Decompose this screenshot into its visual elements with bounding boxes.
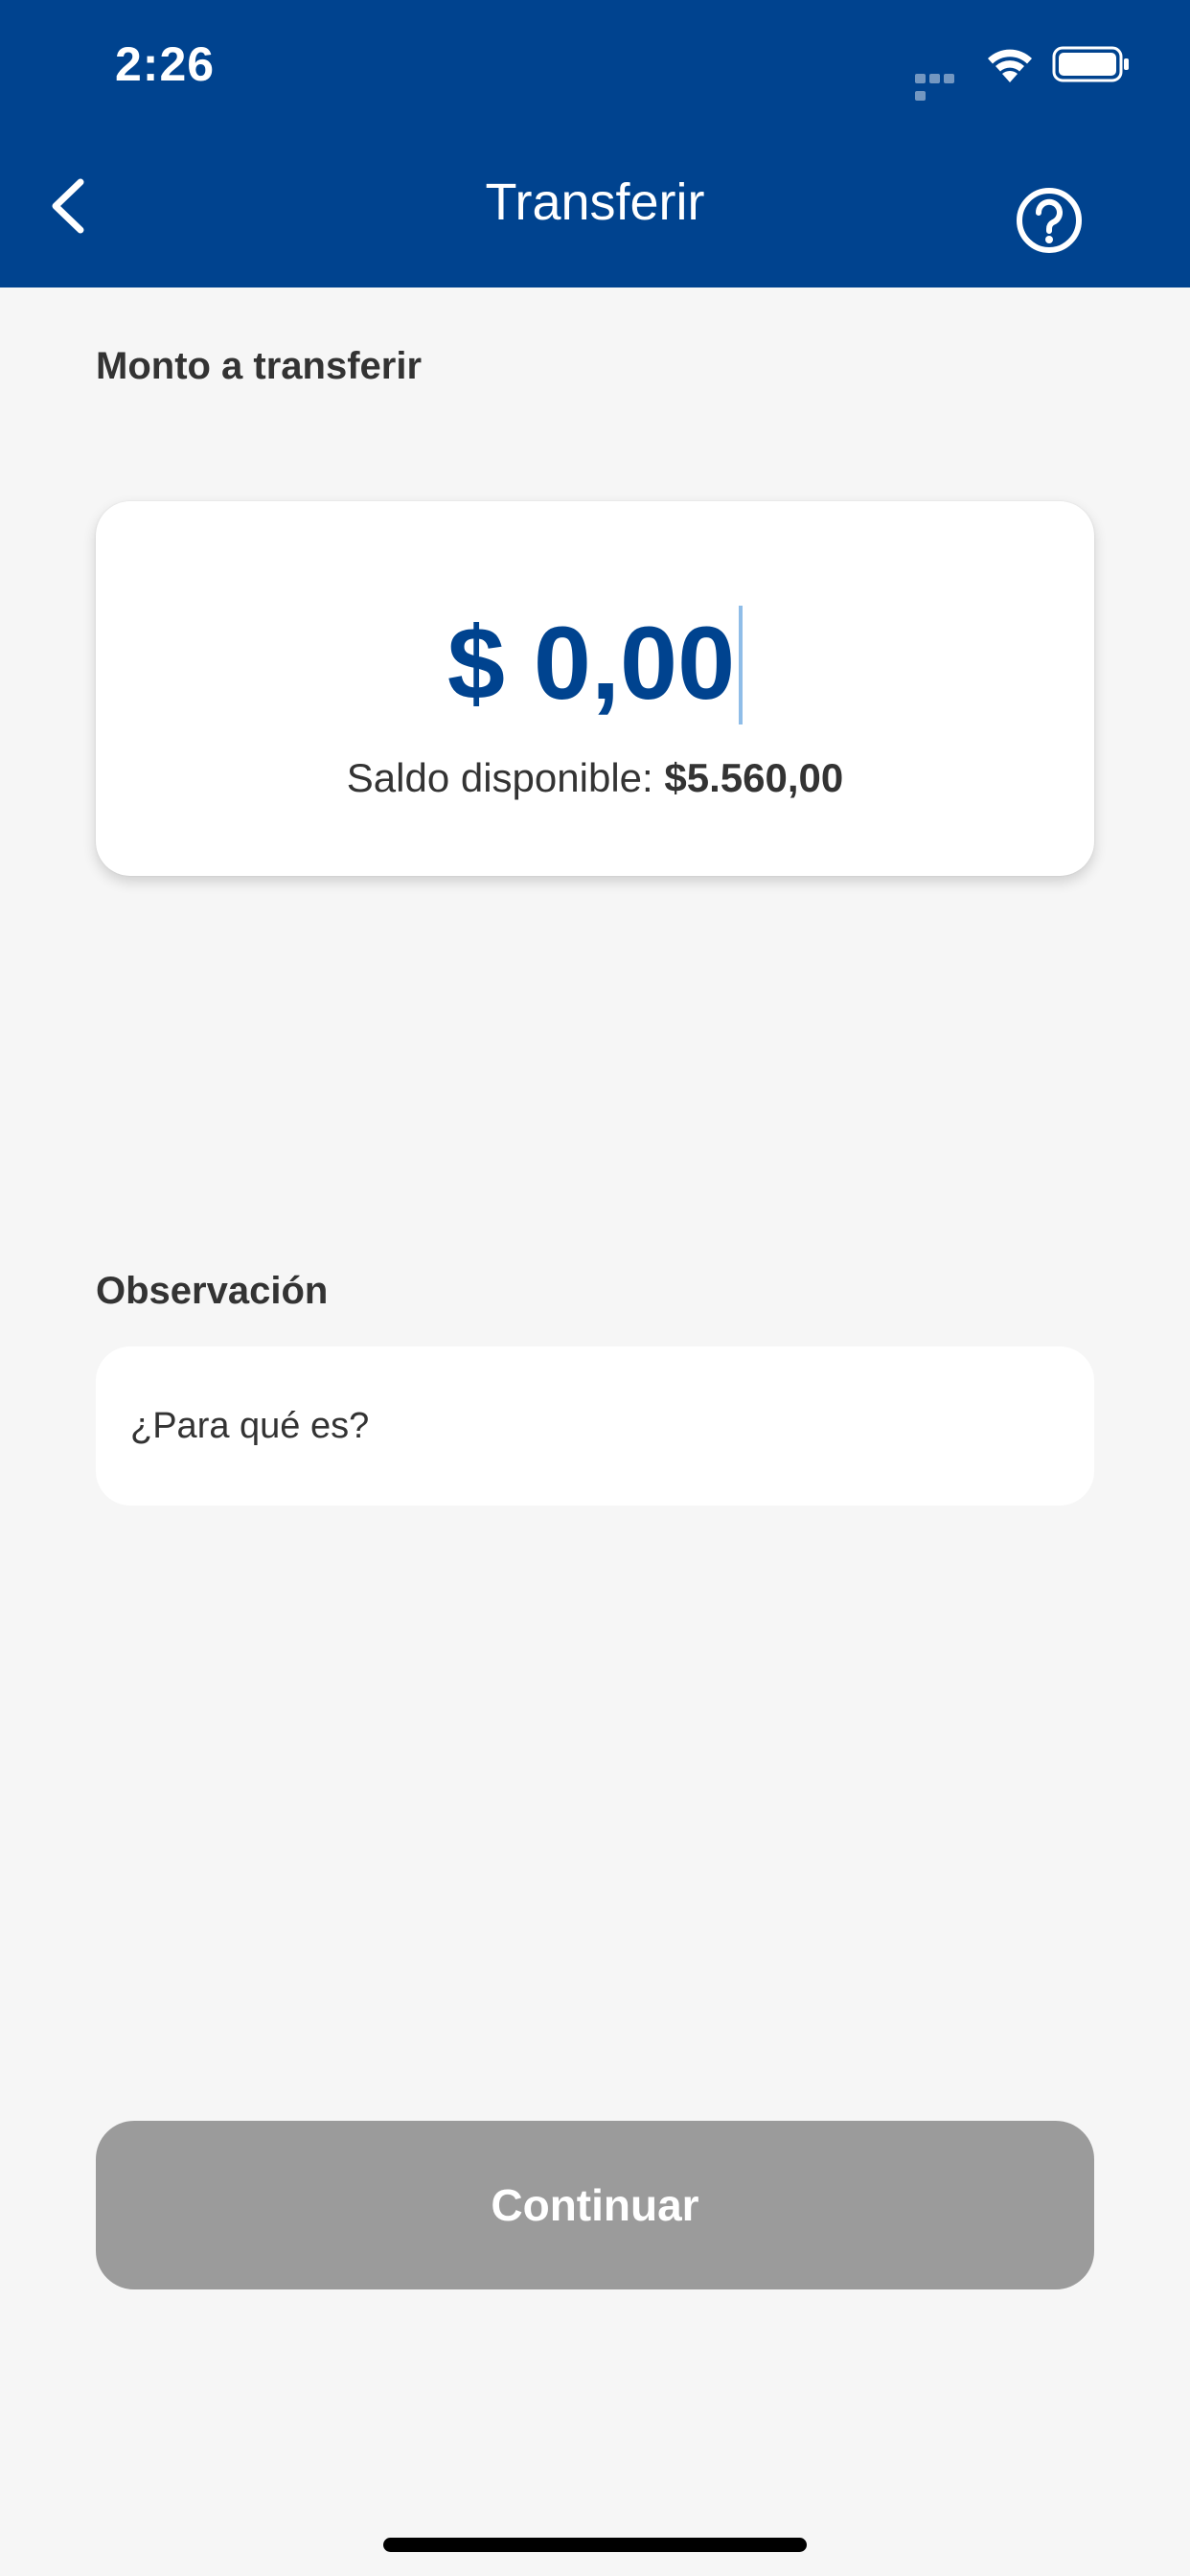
home-indicator [383,2538,807,2552]
help-button[interactable] [1014,185,1085,256]
battery-icon [1052,46,1129,82]
amount-value: $ 0,00 [446,605,736,721]
amount-section-label: Monto a transferir [96,345,423,387]
app-header: 2:26 Transferir [0,0,1190,288]
text-cursor [739,606,744,725]
status-time: 2:26 [115,37,216,91]
balance-value: $5.560,00 [664,755,844,800]
available-balance: Saldo disponible: $5.560,00 [96,755,1094,801]
amount-card: $ 0,00 Saldo disponible: $5.560,00 [96,501,1094,876]
page-title: Transferir [485,173,705,231]
wifi-icon [988,49,1032,82]
note-section-label: Observación [96,1270,329,1312]
amount-input[interactable]: $ 0,00 [96,606,1094,730]
continue-button[interactable]: Continuar [96,2121,1094,2289]
cellular-signal-icon [915,71,971,101]
note-input[interactable] [96,1346,1094,1506]
balance-label: Saldo disponible: [346,755,653,800]
question-circle-icon [1017,188,1082,253]
